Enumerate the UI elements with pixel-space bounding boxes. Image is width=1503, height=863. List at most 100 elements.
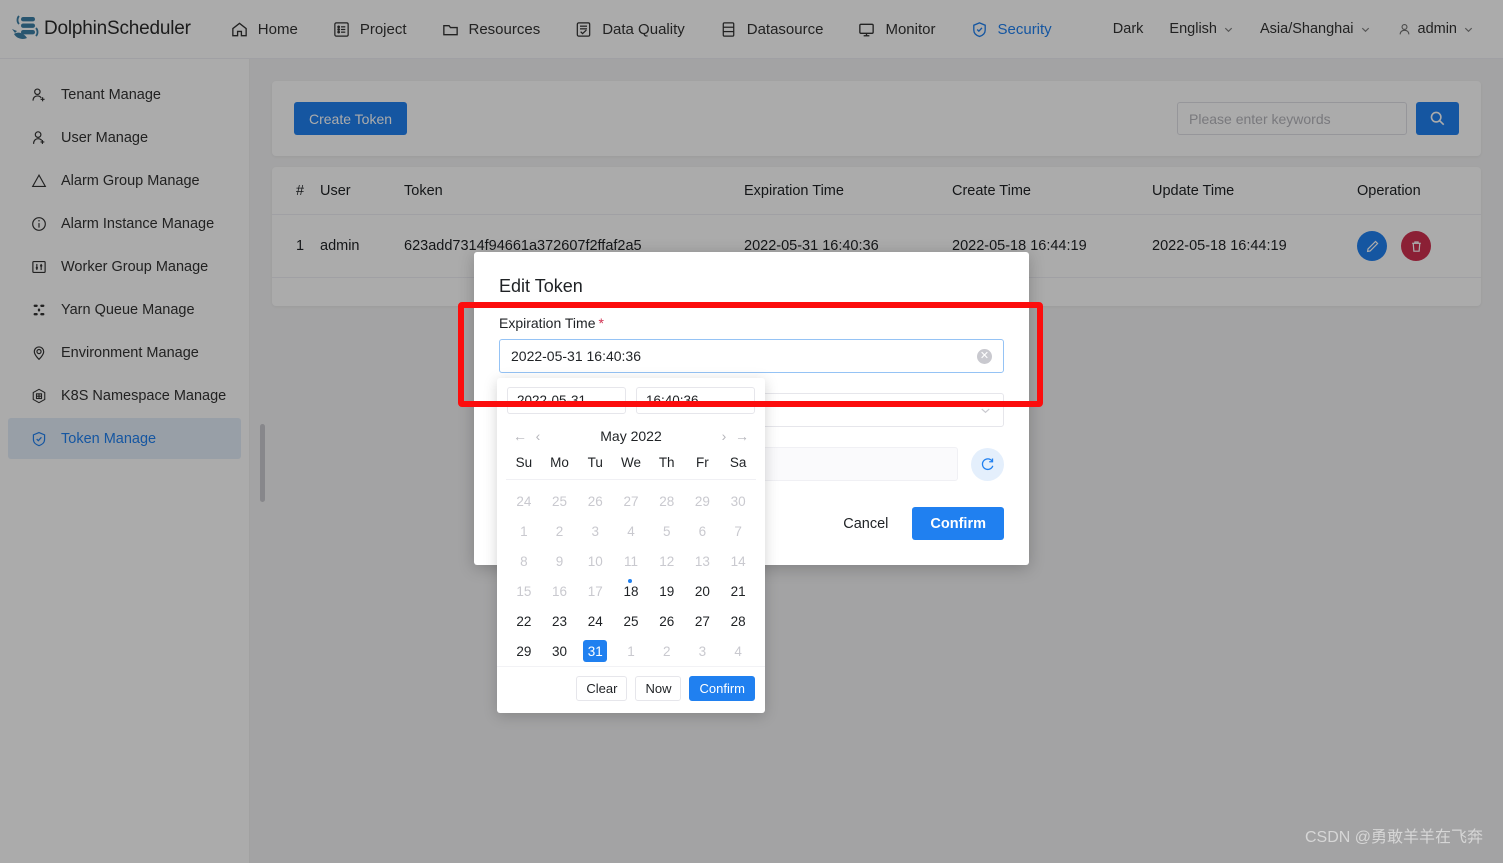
- prev-year-button[interactable]: ←: [511, 428, 529, 444]
- datepicker-day[interactable]: 24: [577, 606, 613, 636]
- datepicker-day-label: 6: [690, 520, 714, 542]
- datepicker-day: 30: [720, 486, 756, 516]
- prev-month-button[interactable]: ‹: [529, 428, 547, 444]
- datepicker-day: 24: [506, 486, 542, 516]
- datepicker-day-label: 7: [726, 520, 750, 542]
- datepicker-day-label: 20: [690, 580, 714, 602]
- weekday-we: We: [613, 452, 649, 479]
- watermark: CSDN @勇敢羊羊在飞奔: [1305, 823, 1483, 847]
- datepicker-day[interactable]: 25: [613, 606, 649, 636]
- weekday-su: Su: [506, 452, 542, 479]
- datepicker-day[interactable]: 29: [506, 636, 542, 666]
- datepicker-day-label: 25: [548, 490, 572, 512]
- datepicker-grid: Su Mo Tu We Th Fr Sa 2425262728293012345…: [497, 452, 765, 666]
- datepicker-now-button[interactable]: Now: [635, 676, 681, 701]
- regenerate-token-button[interactable]: [971, 448, 1004, 481]
- clear-circle-icon[interactable]: ✕: [977, 349, 992, 364]
- datepicker-day: 16: [542, 576, 578, 606]
- datepicker-day[interactable]: 31: [577, 636, 613, 666]
- expiration-time-input[interactable]: 2022-05-31 16:40:36 ✕: [499, 339, 1004, 373]
- datepicker-day[interactable]: 20: [685, 576, 721, 606]
- datepicker-day[interactable]: 22: [506, 606, 542, 636]
- datepicker-day: 3: [685, 636, 721, 666]
- required-mark: *: [598, 315, 603, 331]
- weekday-sa: Sa: [720, 452, 756, 479]
- datepicker-day-label: 17: [583, 580, 607, 602]
- expiration-time-value: 2022-05-31 16:40:36: [511, 348, 641, 364]
- datepicker-day[interactable]: 26: [649, 606, 685, 636]
- datepicker-day[interactable]: 28: [720, 606, 756, 636]
- next-month-button[interactable]: ›: [715, 428, 733, 444]
- expiration-time-label-text: Expiration Time: [499, 315, 595, 331]
- datepicker-day: 6: [685, 516, 721, 546]
- datepicker-month-label[interactable]: May 2022: [547, 428, 715, 444]
- datepicker-day: 17: [577, 576, 613, 606]
- datepicker-day: 4: [613, 516, 649, 546]
- datepicker-day: 27: [613, 486, 649, 516]
- datepicker-day-label: 18: [619, 580, 643, 602]
- datepicker-day: 28: [649, 486, 685, 516]
- expiration-time-label: Expiration Time*: [499, 315, 1004, 331]
- datepicker-day-label: 4: [619, 520, 643, 542]
- datepicker-day-label: 27: [619, 490, 643, 512]
- datepicker-day-label: 15: [512, 580, 536, 602]
- next-year-button[interactable]: →: [733, 428, 751, 444]
- datepicker-day: 4: [720, 636, 756, 666]
- datepicker-day-label: 13: [690, 550, 714, 572]
- chevron-down-icon: [979, 404, 992, 417]
- datepicker-day[interactable]: 30: [542, 636, 578, 666]
- confirm-button[interactable]: Confirm: [912, 507, 1004, 540]
- datepicker-day: 9: [542, 546, 578, 576]
- datepicker-day: 12: [649, 546, 685, 576]
- datepicker-day-label: 29: [690, 490, 714, 512]
- datepicker-day-label: 24: [512, 490, 536, 512]
- cancel-button[interactable]: Cancel: [833, 509, 898, 539]
- datepicker-divider: [506, 479, 756, 480]
- datepicker-day: 29: [685, 486, 721, 516]
- datepicker-day-label: 28: [655, 490, 679, 512]
- datepicker-weekday-row: Su Mo Tu We Th Fr Sa: [506, 452, 756, 479]
- datepicker-day: 7: [720, 516, 756, 546]
- datepicker-day-label: 8: [512, 550, 536, 572]
- datepicker-day-label: 16: [548, 580, 572, 602]
- datepicker-day-label: 5: [655, 520, 679, 542]
- datepicker-day[interactable]: 21: [720, 576, 756, 606]
- datepicker-date-input[interactable]: 2022-05-31: [507, 387, 626, 414]
- datepicker-day: 1: [613, 636, 649, 666]
- datepicker-day-label: 19: [655, 580, 679, 602]
- datepicker-confirm-button[interactable]: Confirm: [689, 676, 755, 701]
- datepicker-day-label: 2: [548, 520, 572, 542]
- datepicker-day: 26: [577, 486, 613, 516]
- datepicker-day: 3: [577, 516, 613, 546]
- datepicker-day: 14: [720, 546, 756, 576]
- datepicker-day: 1: [506, 516, 542, 546]
- weekday-fr: Fr: [685, 452, 721, 479]
- datepicker-day-label: 25: [619, 610, 643, 632]
- datepicker-day: 15: [506, 576, 542, 606]
- datepicker-day-label: 21: [726, 580, 750, 602]
- weekday-tu: Tu: [577, 452, 613, 479]
- datepicker-day-label: 31: [583, 640, 607, 662]
- datepicker-day-label: 30: [726, 490, 750, 512]
- datepicker-day-label: 26: [583, 490, 607, 512]
- datepicker-day[interactable]: 19: [649, 576, 685, 606]
- datepicker-day: 2: [542, 516, 578, 546]
- datepicker-day-label: 28: [726, 610, 750, 632]
- datepicker-day[interactable]: 23: [542, 606, 578, 636]
- datepicker-day: 8: [506, 546, 542, 576]
- modal-title: Edit Token: [474, 252, 1029, 315]
- datepicker-day-label: 26: [655, 610, 679, 632]
- weekday-mo: Mo: [542, 452, 578, 479]
- datepicker-day[interactable]: 18: [613, 576, 649, 606]
- datepicker-day-label: 29: [512, 640, 536, 662]
- datepicker-day: 25: [542, 486, 578, 516]
- datepicker-day-label: 3: [583, 520, 607, 542]
- datepicker-clear-button[interactable]: Clear: [576, 676, 627, 701]
- datepicker-day[interactable]: 27: [685, 606, 721, 636]
- refresh-icon: [979, 456, 996, 473]
- datepicker-day: 11: [613, 546, 649, 576]
- app-root: DolphinScheduler Home Project: [0, 0, 1503, 863]
- datepicker-time-input[interactable]: 16:40:36: [636, 387, 755, 414]
- datepicker-day-label: 1: [512, 520, 536, 542]
- datepicker-day-label: 1: [619, 640, 643, 662]
